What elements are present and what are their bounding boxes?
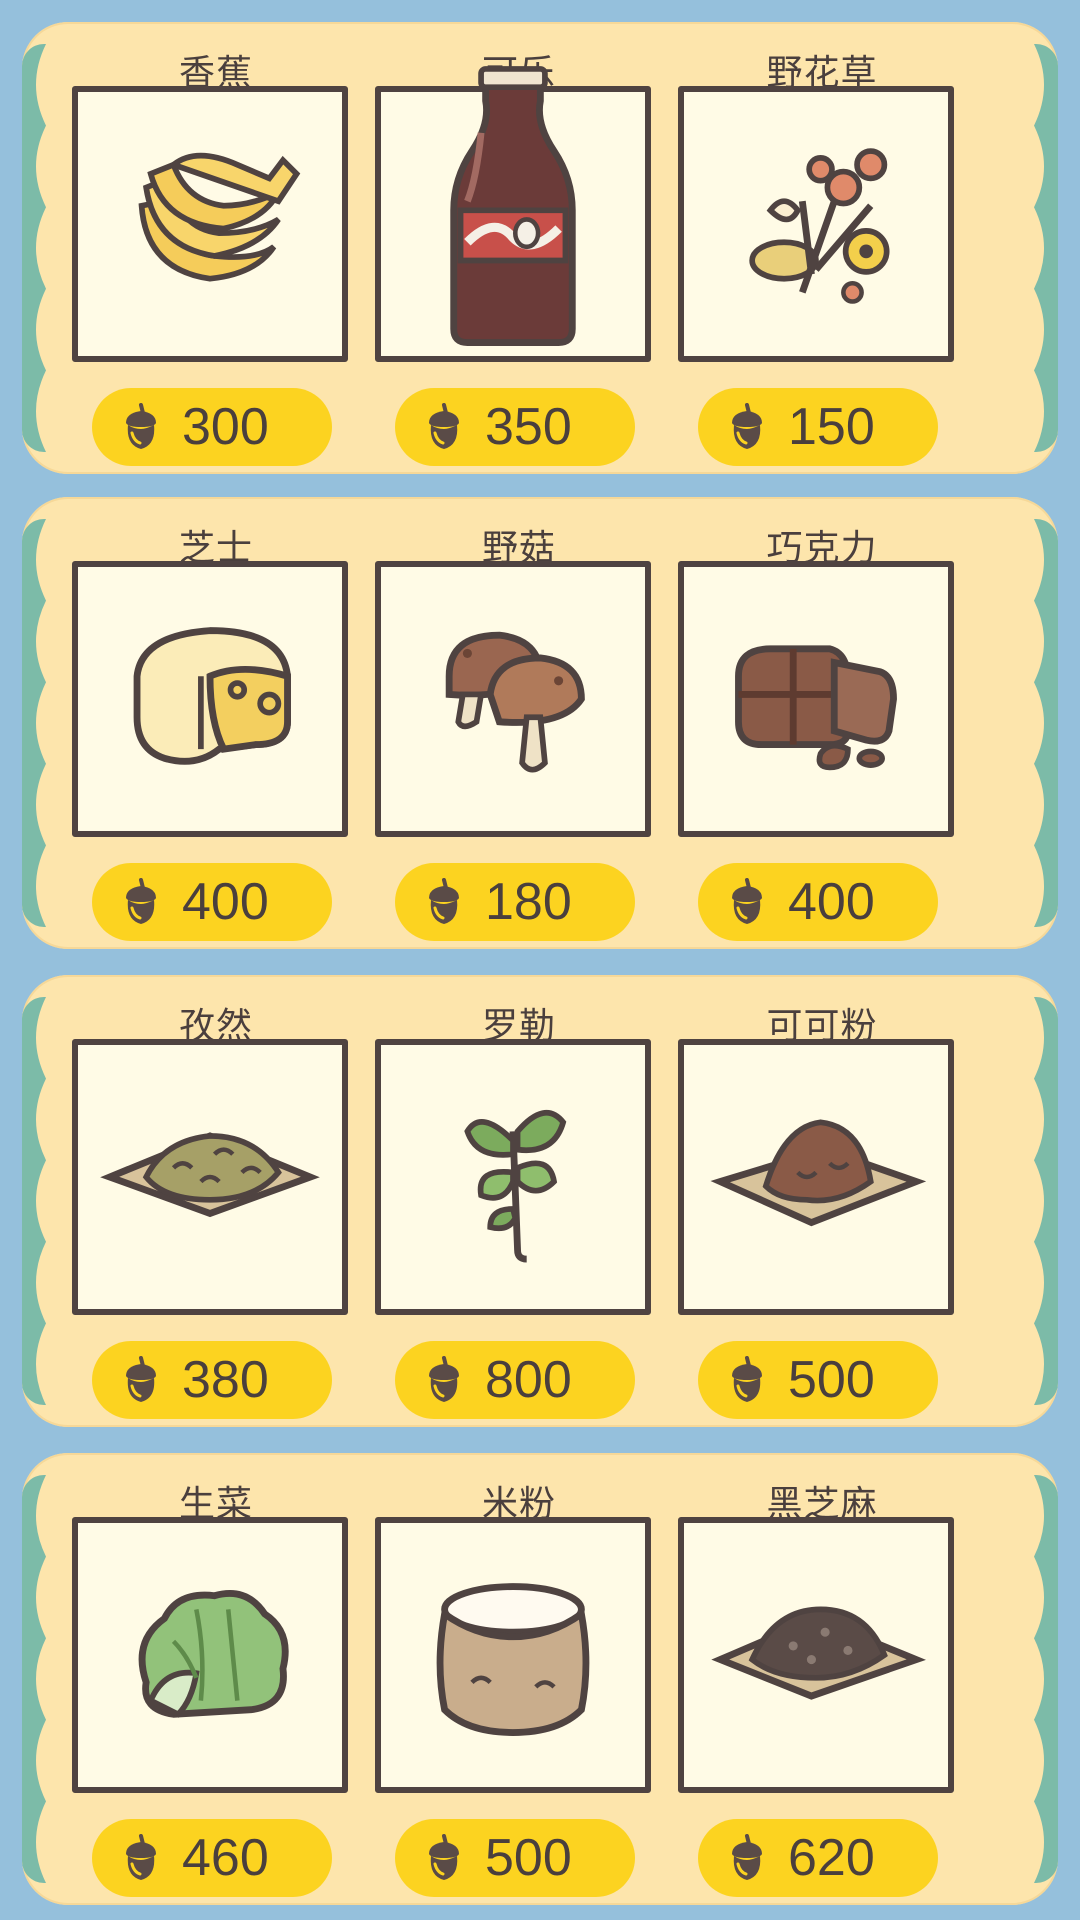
shop-item[interactable]: 可乐 350 xyxy=(375,22,663,474)
price-value: 350 xyxy=(485,398,572,456)
cumin-icon xyxy=(96,1063,324,1291)
buy-price-button[interactable]: 150 xyxy=(698,388,938,466)
shop-item[interactable]: 米粉 500 xyxy=(375,1453,663,1905)
buy-price-button[interactable]: 380 xyxy=(92,1341,332,1419)
buy-price-button[interactable]: 620 xyxy=(698,1819,938,1897)
cheese-icon xyxy=(96,585,324,813)
shelf-trim-right xyxy=(1034,1475,1058,1883)
shelf-row: 生菜 460 米粉 500 黑芝麻 620 xyxy=(22,1453,1058,1905)
shelf-trim-right xyxy=(1034,44,1058,452)
chocolate-icon xyxy=(702,585,930,813)
acorn-coin-icon xyxy=(116,1834,166,1884)
item-image-frame[interactable] xyxy=(375,1517,651,1793)
item-image-frame[interactable] xyxy=(72,1039,348,1315)
cocoa-powder-icon xyxy=(702,1063,930,1291)
wildflower-icon xyxy=(702,110,930,338)
acorn-coin-icon xyxy=(419,1834,469,1884)
shelf-row: 芝士 400 野菇 180 巧克力 400 xyxy=(22,497,1058,949)
shelf-row: 孜然 380 罗勒 800 可可粉 500 xyxy=(22,975,1058,1427)
buy-price-button[interactable]: 500 xyxy=(395,1819,635,1897)
shop-item[interactable]: 芝士 400 xyxy=(72,497,360,949)
acorn-coin-icon xyxy=(116,878,166,928)
buy-price-button[interactable]: 400 xyxy=(92,863,332,941)
shelf-trim-left xyxy=(22,519,46,927)
price-value: 300 xyxy=(182,398,269,456)
shop-item[interactable]: 孜然 380 xyxy=(72,975,360,1427)
acorn-coin-icon xyxy=(419,403,469,453)
item-image-frame[interactable] xyxy=(72,561,348,837)
acorn-coin-icon xyxy=(419,878,469,928)
shop-item[interactable]: 野菇 180 xyxy=(375,497,663,949)
price-value: 400 xyxy=(182,873,269,931)
item-image-frame[interactable] xyxy=(678,1517,954,1793)
item-image-frame[interactable] xyxy=(72,1517,348,1793)
mushroom-icon xyxy=(399,585,627,813)
shelf-trim-right xyxy=(1034,997,1058,1405)
acorn-coin-icon xyxy=(722,1834,772,1884)
buy-price-button[interactable]: 180 xyxy=(395,863,635,941)
buy-price-button[interactable]: 350 xyxy=(395,388,635,466)
acorn-coin-icon xyxy=(722,1356,772,1406)
shop-item[interactable]: 黑芝麻 620 xyxy=(678,1453,966,1905)
item-image-frame[interactable] xyxy=(678,86,954,362)
item-image-frame[interactable] xyxy=(72,86,348,362)
shop-item[interactable]: 野花草 150 xyxy=(678,22,966,474)
acorn-coin-icon xyxy=(116,403,166,453)
shelf-trim-left xyxy=(22,1475,46,1883)
price-value: 500 xyxy=(485,1829,572,1887)
shop-item[interactable]: 巧克力 400 xyxy=(678,497,966,949)
price-value: 150 xyxy=(788,398,875,456)
shelf-trim-right xyxy=(1034,519,1058,927)
price-value: 180 xyxy=(485,873,572,931)
price-value: 460 xyxy=(182,1829,269,1887)
buy-price-button[interactable]: 800 xyxy=(395,1341,635,1419)
shop-item[interactable]: 香蕉 300 xyxy=(72,22,360,474)
shop-item[interactable]: 可可粉 500 xyxy=(678,975,966,1427)
black-sesame-icon xyxy=(702,1541,930,1769)
item-image-frame[interactable] xyxy=(678,561,954,837)
shelf-row: 香蕉 300可乐 350野花草 xyxy=(22,22,1058,474)
acorn-coin-icon xyxy=(722,403,772,453)
acorn-coin-icon xyxy=(722,878,772,928)
basil-icon xyxy=(399,1063,627,1291)
acorn-coin-icon xyxy=(116,1356,166,1406)
price-value: 800 xyxy=(485,1351,572,1409)
rice-flour-icon xyxy=(399,1541,627,1769)
buy-price-button[interactable]: 300 xyxy=(92,388,332,466)
shelf-trim-left xyxy=(22,44,46,452)
buy-price-button[interactable]: 460 xyxy=(92,1819,332,1897)
shop-item[interactable]: 罗勒 800 xyxy=(375,975,663,1427)
item-image-frame[interactable] xyxy=(375,1039,651,1315)
lettuce-icon xyxy=(96,1541,324,1769)
cola-bottle-icon xyxy=(399,66,627,346)
price-value: 500 xyxy=(788,1351,875,1409)
shelf-trim-left xyxy=(22,997,46,1405)
buy-price-button[interactable]: 400 xyxy=(698,863,938,941)
item-image-frame[interactable] xyxy=(375,561,651,837)
price-value: 620 xyxy=(788,1829,875,1887)
banana-icon xyxy=(96,110,324,338)
item-image-frame[interactable] xyxy=(678,1039,954,1315)
buy-price-button[interactable]: 500 xyxy=(698,1341,938,1419)
price-value: 380 xyxy=(182,1351,269,1409)
price-value: 400 xyxy=(788,873,875,931)
item-image-frame[interactable] xyxy=(375,66,651,362)
acorn-coin-icon xyxy=(419,1356,469,1406)
shop-item[interactable]: 生菜 460 xyxy=(72,1453,360,1905)
